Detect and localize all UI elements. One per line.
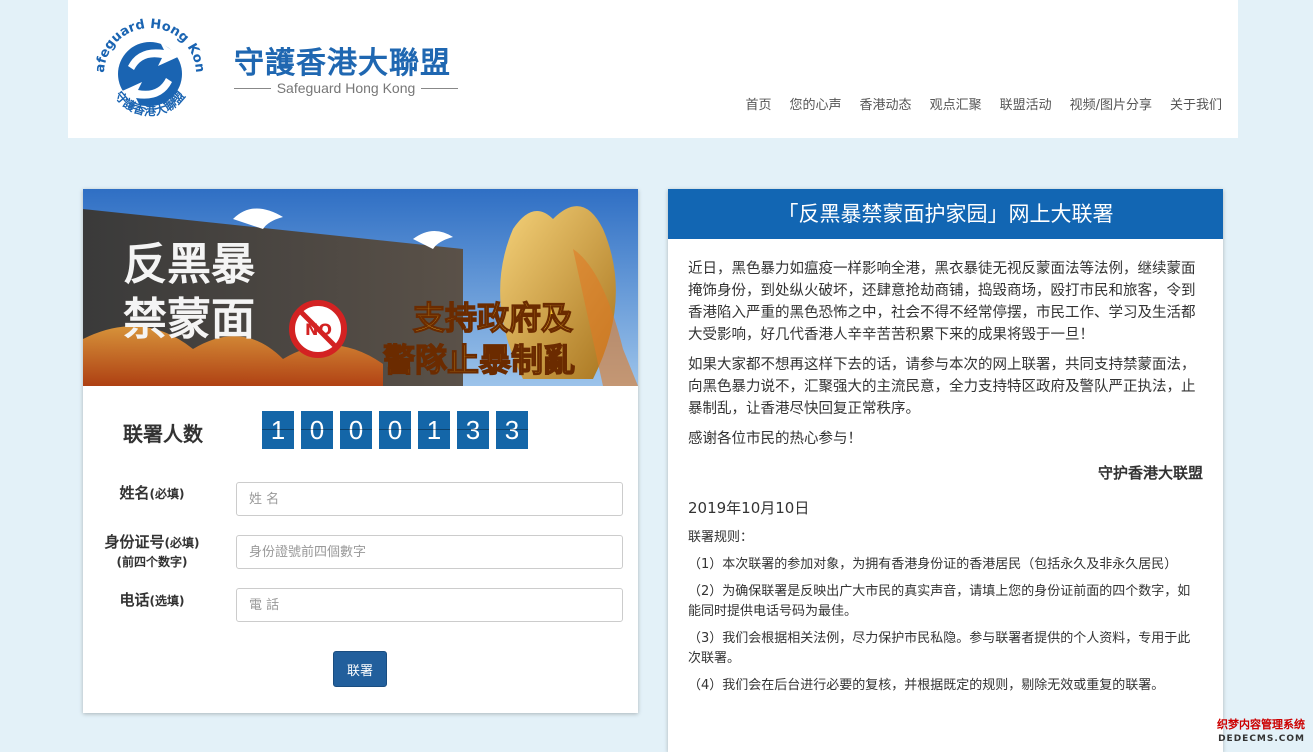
petition-signature: 守护香港大联盟	[1097, 464, 1203, 482]
counter-digit: 0	[301, 411, 333, 449]
phone-input[interactable]	[236, 588, 623, 622]
site-logo[interactable]: Safeguard Hong Kong 守護香港大聯盟	[85, 0, 210, 128]
banner-text-left-1: 反黑暴	[123, 239, 255, 290]
signature-count-label: 联署人数	[123, 422, 203, 446]
counter-digit: 3	[496, 411, 528, 449]
nav-item-about[interactable]: 关于我们	[1170, 94, 1222, 113]
petition-body: 近日，黑色暴力如瘟疫一样影响全港，黑衣暴徒无视反蒙面法等法例，继续蒙面掩饰身份，…	[668, 239, 1223, 696]
id-label-text: 身份证号	[104, 533, 165, 551]
phone-label-note: (选填)	[149, 594, 185, 608]
rule-item: （1）本次联署的参加对象，为拥有香港身份证的香港居民（包括永久及非永久居民）	[688, 557, 1178, 572]
petition-form-card: 反黑暴 禁蒙面 NO 支持政府及 警隊止暴制亂 联署人数 1 0 0 0 1 3…	[83, 189, 638, 713]
badge-text: NO	[305, 320, 332, 339]
counter-digit: 0	[379, 411, 411, 449]
id-label-note2: (前四个数字)	[116, 555, 188, 569]
id-number-input[interactable]	[236, 535, 623, 569]
name-input[interactable]	[236, 482, 623, 516]
phone-label: 电话(选填)	[117, 589, 187, 610]
id-label-note: (必填)	[164, 536, 200, 550]
phone-label-text: 电话	[119, 591, 150, 609]
banner-image: 反黑暴 禁蒙面 NO 支持政府及 警隊止暴制亂	[83, 189, 638, 386]
name-label-text: 姓名	[119, 484, 150, 502]
logo-emblem-icon: Safeguard Hong Kong 守護香港大聯盟	[85, 0, 207, 118]
nav-item-hk-news[interactable]: 香港动态	[860, 94, 912, 113]
watermark: 织梦内容管理系统 DEDECMS.COM	[1200, 718, 1305, 748]
rules-title: 联署规则：	[688, 530, 754, 545]
no-mask-badge-icon: NO	[289, 300, 347, 358]
nav-item-media[interactable]: 视频/图片分享	[1070, 94, 1152, 113]
nav-item-activities[interactable]: 联盟活动	[1000, 94, 1052, 113]
petition-paragraph-3: 感谢各位市民的热心参与！	[688, 431, 862, 447]
counter-digit: 3	[457, 411, 489, 449]
banner-text-right-2: 警隊止暴制亂	[383, 341, 575, 379]
rule-item: （3）我们会根据相关法例，尽力保护市民私隐。参与联署者提供的个人资料，专用于此次…	[688, 631, 1191, 666]
petition-info-card: 「反黑暴禁蒙面护家园」网上大联署 近日，黑色暴力如瘟疫一样影响全港，黑衣暴徒无视…	[668, 189, 1223, 752]
rule-item: （2）为确保联署是反映出广大市民的真实声音，请填上您的身份证前面的四个数字，如能…	[688, 584, 1191, 619]
counter-digit: 0	[340, 411, 372, 449]
petition-paragraph-2: 如果大家都不想再这样下去的话，请参与本次的网上联署，共同支持禁蒙面法，向黑色暴力…	[688, 357, 1196, 417]
name-label: 姓名(必填)	[117, 482, 187, 503]
header-container: Safeguard Hong Kong 守護香港大聯盟 守護香港大聯盟 Safe…	[68, 0, 1238, 138]
subtitle-line-right	[421, 87, 458, 89]
name-label-note: (必填)	[149, 487, 185, 501]
rule-item: （4）我们会在后台进行必要的复核，并根据既定的规则，剔除无效或重复的联署。	[688, 678, 1165, 693]
subtitle-line-left	[234, 87, 271, 89]
counter-digit: 1	[262, 411, 294, 449]
signature-counter: 1 0 0 0 1 3 3	[262, 411, 528, 449]
site-subtitle: Safeguard Hong Kong	[234, 80, 458, 96]
petition-paragraph-1: 近日，黑色暴力如瘟疫一样影响全港，黑衣暴徒无视反蒙面法等法例，继续蒙面掩饰身份，…	[688, 261, 1196, 343]
submit-button[interactable]: 联署	[333, 651, 387, 687]
banner-text-right-1: 支持政府及	[413, 299, 573, 337]
watermark-line-1: 织梦内容管理系统	[1217, 718, 1305, 731]
main-nav: 首页 您的心声 香港动态 观点汇聚 联盟活动 视频/图片分享 关于我们	[746, 94, 1222, 113]
site-title: 守護香港大聯盟	[234, 46, 451, 81]
subtitle-text: Safeguard Hong Kong	[276, 80, 416, 96]
petition-title: 「反黑暴禁蒙面护家园」网上大联署	[668, 189, 1223, 239]
nav-item-home[interactable]: 首页	[746, 94, 772, 113]
watermark-line-2: DEDECMS.COM	[1218, 734, 1305, 744]
banner-text-left-2: 禁蒙面	[123, 294, 255, 345]
id-label: 身份证号(必填) (前四个数字)	[99, 533, 205, 571]
nav-item-voices[interactable]: 您的心声	[790, 94, 842, 113]
site-header: Safeguard Hong Kong 守護香港大聯盟 守護香港大聯盟 Safe…	[0, 0, 1313, 138]
petition-date: 2019年10月10日	[688, 499, 810, 517]
nav-item-opinions[interactable]: 观点汇聚	[930, 94, 982, 113]
counter-digit: 1	[418, 411, 450, 449]
campaign-banner: 反黑暴 禁蒙面 NO 支持政府及 警隊止暴制亂	[83, 189, 638, 386]
